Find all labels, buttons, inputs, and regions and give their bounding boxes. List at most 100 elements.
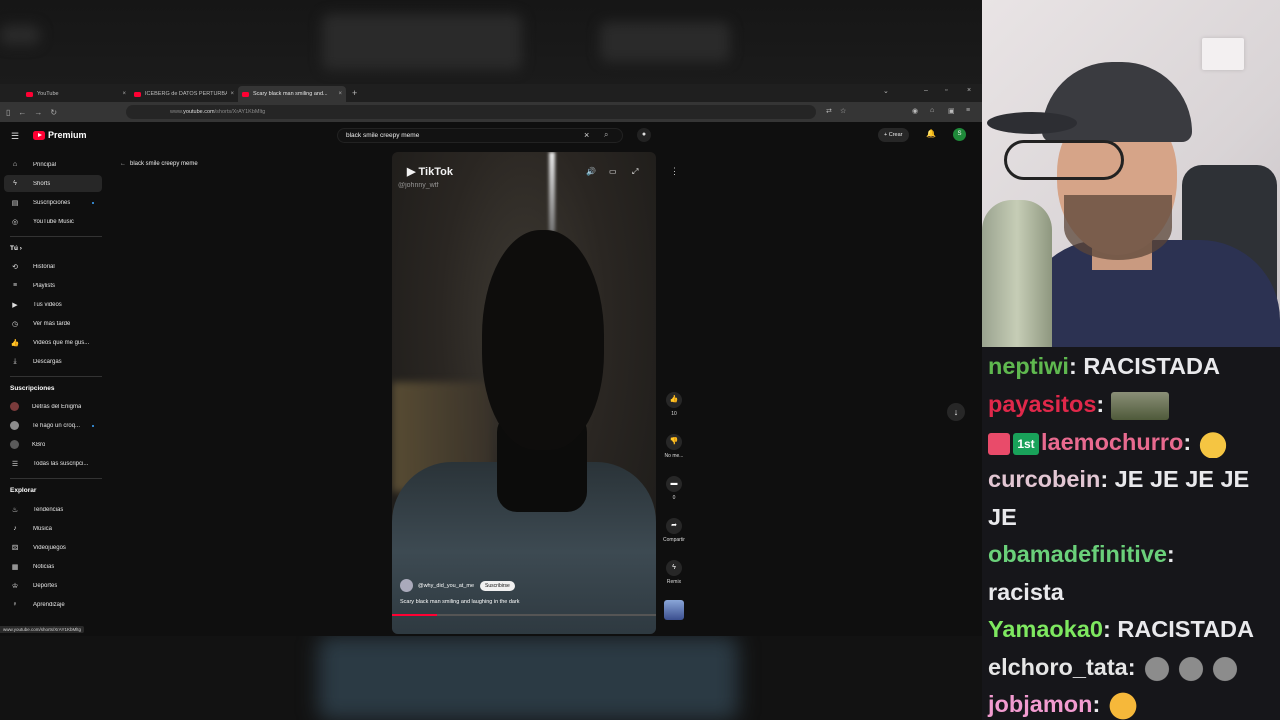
minimize-icon[interactable]: –	[924, 87, 928, 94]
sidebar-item-tus-videos[interactable]: ▶ Tus videos	[4, 296, 102, 313]
music-note-icon: ♪	[13, 525, 17, 532]
forward-icon[interactable]: →	[34, 108, 42, 117]
clear-search-icon[interactable]: ×	[584, 130, 589, 140]
list-icon: ☰	[11, 460, 19, 468]
sidebar-item-ver-mas-tarde[interactable]: ◷ Ver más tarde	[4, 315, 102, 332]
sidebar-item-aprendizaje[interactable]: ♀ Aprendizaje	[4, 596, 102, 613]
audio-thumbnail[interactable]	[664, 600, 684, 620]
sidebar-item-youtube-music[interactable]: ◎ YouTube Music	[4, 213, 102, 230]
window-close-icon[interactable]: ×	[967, 87, 971, 94]
search-input[interactable]: black smile creepy meme	[337, 128, 623, 143]
trophy-icon: ♔	[11, 582, 19, 590]
sidebar-item-musica[interactable]: ♪ Música	[4, 520, 102, 537]
sidebar-item-liked-videos[interactable]: 👍 Videos que me gus...	[4, 334, 102, 351]
stream-backdrop-bottom	[0, 636, 982, 720]
address-bar-row: ▯ ← → ↻ www. youtube.com/shorts/XrAY1KbMl…	[0, 102, 982, 122]
first-badge-icon: 1st	[1013, 432, 1039, 455]
streamer-beard	[1064, 195, 1172, 260]
browser-menu-icon[interactable]: ≡	[966, 107, 970, 114]
remix-button[interactable]: ϟ Remix	[656, 560, 692, 585]
maximize-icon[interactable]: ▫	[945, 87, 947, 94]
extensions-icon[interactable]: ⌂	[930, 107, 934, 114]
sidebar-item-historial[interactable]: ⟲ Historial	[4, 258, 102, 275]
streamer-glasses	[1004, 140, 1124, 180]
like-button[interactable]: 👍 10	[656, 392, 692, 417]
chat-message: neptiwi: RACISTADA	[988, 353, 1220, 379]
sidebar-item-channel[interactable]: KBro	[4, 436, 102, 453]
fullscreen-icon[interactable]: ⤢	[632, 167, 638, 177]
gamepad-icon: ⚄	[11, 544, 19, 552]
tab-list-chevron-icon[interactable]: ⌄	[883, 87, 889, 95]
sidebar-item-channel[interactable]: Te hago un croq...	[4, 417, 102, 434]
progress-bar[interactable]	[392, 614, 656, 616]
video-title[interactable]: Scary black man smiling and laughing in …	[400, 599, 520, 605]
channel-name[interactable]: @why_did_you_at_me	[418, 583, 474, 589]
new-tab-button[interactable]: +	[352, 88, 357, 98]
remix-icon: ϟ	[666, 560, 682, 576]
tab-iceberg[interactable]: ICEBERG de DATOS PERTURBA... ×	[130, 86, 238, 102]
shorts-video-player[interactable]: ▶ TikTok @johnny_wtf 🔊 ▭ ⤢ @why_did_you_…	[392, 152, 656, 634]
bookmark-star-icon[interactable]: ☆	[840, 107, 846, 115]
chat-message-continuation: JE	[988, 504, 1017, 530]
ad-block-icon[interactable]: ▣	[948, 107, 955, 115]
voice-search-icon[interactable]: ●	[637, 128, 651, 142]
sidebar-toggle-icon[interactable]: ▯	[6, 108, 10, 117]
trending-icon: ♨	[11, 506, 19, 514]
sidebar-item-videojuegos[interactable]: ⚄ Videojuegos	[4, 539, 102, 556]
youtube-favicon-icon	[26, 91, 33, 97]
channel-row: @why_did_you_at_me Suscribirse	[400, 579, 515, 592]
notifications-bell-icon[interactable]: 🔔	[926, 129, 936, 138]
sidebar-item-noticias[interactable]: ▦ Noticias	[4, 558, 102, 575]
sidebar-item-all-subscriptions[interactable]: ☰ Todas las suscripci...	[4, 455, 102, 472]
translate-icon[interactable]: ⇄	[826, 107, 832, 115]
sidebar-section-you[interactable]: Tú ›	[10, 245, 22, 252]
hamburger-menu-icon[interactable]: ☰	[11, 131, 19, 142]
create-button[interactable]: + Crear	[878, 128, 909, 142]
sidebar-item-deportes[interactable]: ♔ Deportes	[4, 577, 102, 594]
account-avatar[interactable]: S	[953, 128, 966, 141]
back-icon[interactable]: ←	[18, 108, 26, 117]
video-lamp	[549, 152, 555, 232]
search-icon[interactable]: ⌕	[604, 130, 608, 140]
share-button[interactable]: ➦ Compartir	[656, 518, 692, 543]
download-icon: ⤓	[13, 357, 17, 365]
chat-message: elchoro_tata:	[988, 649, 1244, 687]
tab-strip: YouTube × ICEBERG de DATOS PERTURBA... ×…	[0, 84, 982, 102]
close-icon[interactable]: ×	[338, 91, 342, 97]
url-field[interactable]: www. youtube.com/shorts/XrAY1KbMltg	[126, 105, 816, 119]
tab-scary-video[interactable]: Scary black man smiling and... ×	[238, 86, 346, 102]
sidebar-item-shorts[interactable]: ϟ Shorts	[4, 175, 102, 192]
sidebar-item-descargas[interactable]: ⤓ Descargas	[4, 353, 102, 370]
sidebar-item-playlists[interactable]: ≡ Playlists	[4, 277, 102, 294]
tab-youtube[interactable]: YouTube ×	[22, 86, 130, 102]
captions-icon[interactable]: ▭	[609, 167, 617, 176]
profile-icon[interactable]: ◉	[912, 107, 918, 115]
dislike-button[interactable]: 👎 No me...	[656, 434, 692, 459]
sidebar-item-principal[interactable]: ⌂ Principal	[4, 156, 102, 173]
next-short-arrow-icon[interactable]: ↓	[947, 403, 965, 421]
sidebar-item-tendencias[interactable]: ♨ Tendencias	[4, 501, 102, 518]
reload-icon[interactable]: ↻	[50, 108, 57, 117]
youtube-logo-icon	[33, 130, 45, 140]
sidebar-item-channel[interactable]: Detrás del Enigma	[4, 398, 102, 415]
bulb-icon: ♀	[12, 601, 18, 608]
subscribe-button[interactable]: Suscribirse	[480, 580, 515, 591]
wall-frame	[1202, 38, 1244, 70]
tiktok-watermark: ▶ TikTok	[407, 166, 453, 178]
back-to-results[interactable]: ← black smile creepy meme	[120, 161, 198, 167]
youtube-header: ☰ Premium black smile creepy meme × ⌕ ● …	[0, 122, 982, 150]
close-icon[interactable]: ×	[230, 91, 234, 97]
channel-avatar[interactable]	[400, 579, 413, 592]
thumbs-down-icon: 👎	[666, 434, 682, 450]
video-face	[482, 230, 604, 450]
close-icon[interactable]: ×	[122, 91, 126, 97]
channel-avatar	[10, 402, 19, 411]
back-arrow-icon: ←	[120, 161, 126, 167]
more-options-icon[interactable]: ⋮	[670, 166, 679, 177]
sidebar-divider	[10, 236, 102, 237]
youtube-premium-logo[interactable]: Premium	[33, 130, 87, 140]
volume-icon[interactable]: 🔊	[586, 167, 596, 176]
sidebar-item-suscripciones[interactable]: ▤ Suscripciones	[4, 194, 102, 211]
comments-button[interactable]: ▬ 0	[656, 476, 692, 501]
channel-avatar	[10, 421, 19, 430]
